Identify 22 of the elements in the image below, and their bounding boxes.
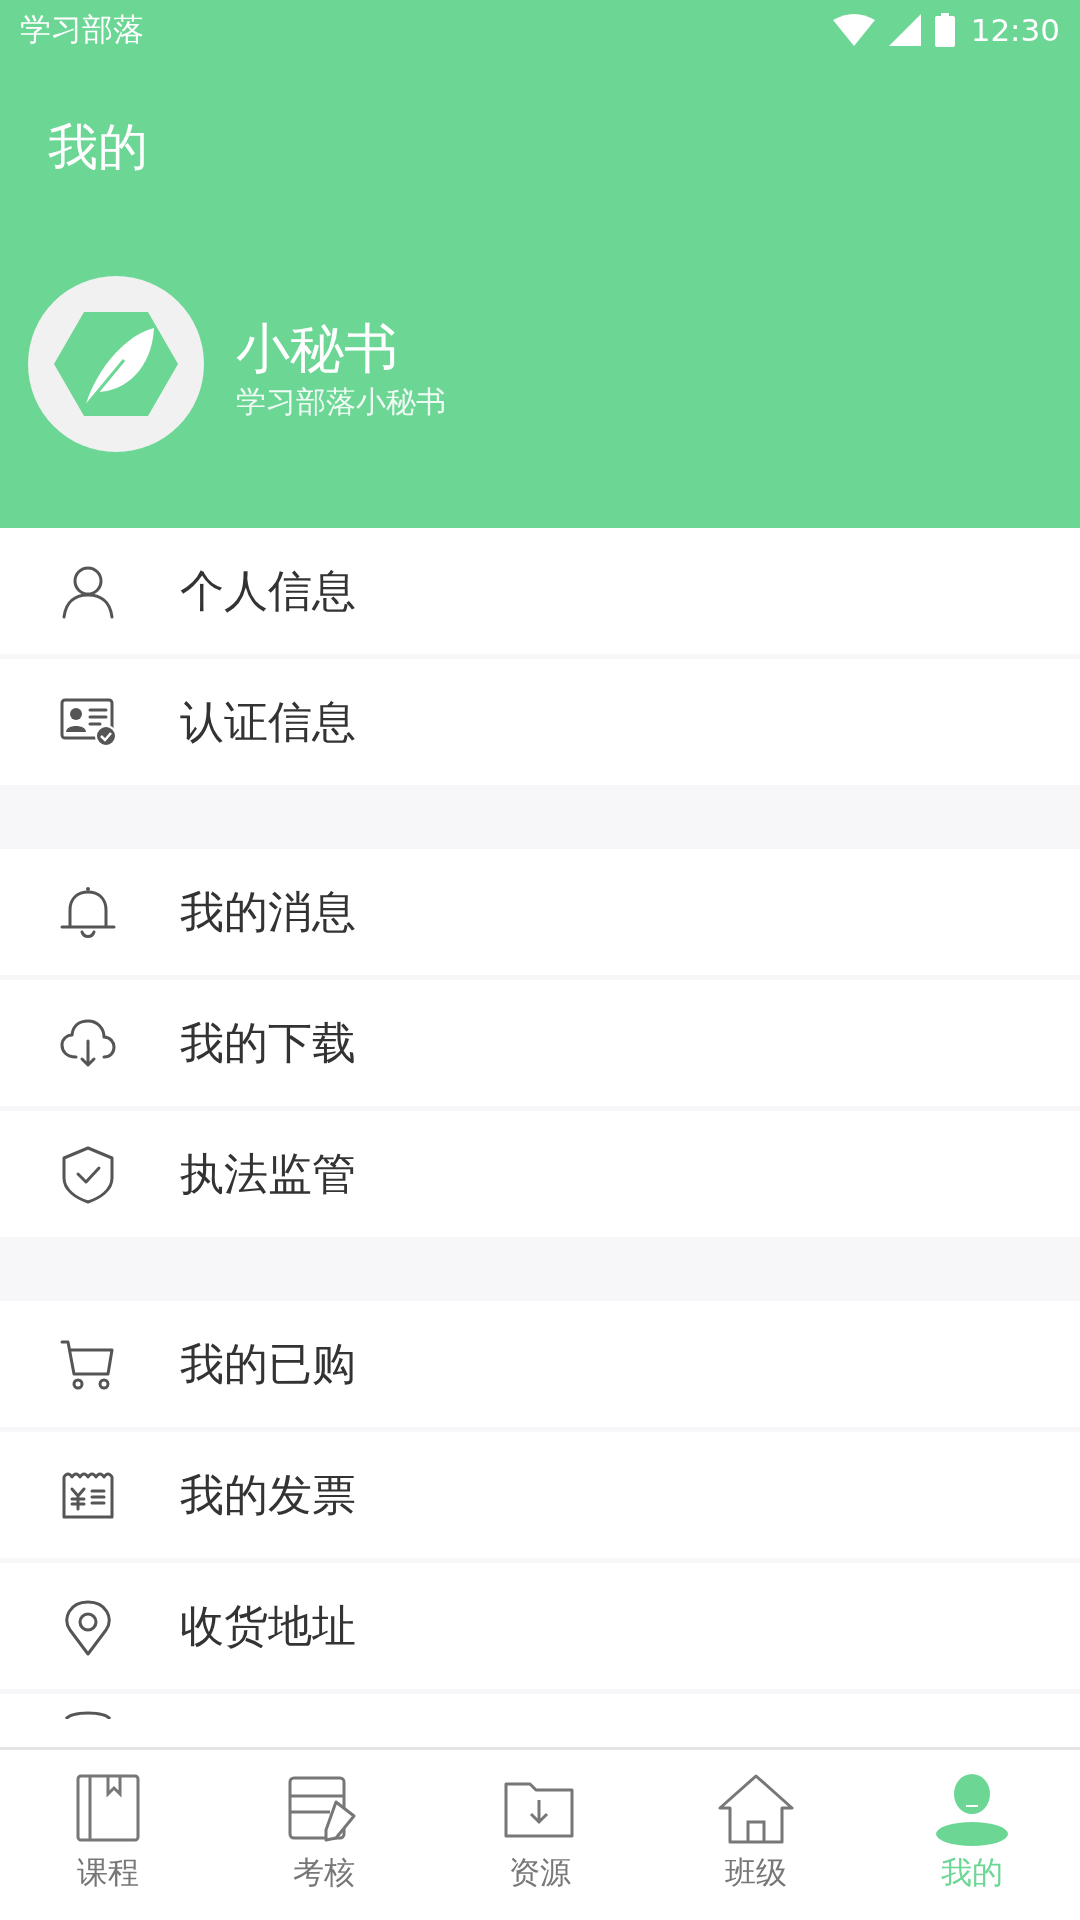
avatar-logo-icon[interactable]: [28, 276, 204, 452]
menu-item[interactable]: 我的下载: [0, 980, 1080, 1106]
clock: 12:30: [970, 12, 1060, 48]
menu-item[interactable]: 认证信息: [0, 659, 1080, 785]
menu-item[interactable]: 执法监管: [0, 1111, 1080, 1237]
menu-item[interactable]: 个人信息: [0, 528, 1080, 654]
tab[interactable]: 班级: [648, 1750, 864, 1920]
user-name: 小秘书: [236, 316, 398, 382]
menu-item[interactable]: 收货地址: [0, 1563, 1080, 1689]
menu-item[interactable]: 我的消息: [0, 849, 1080, 975]
page-title: 我的: [48, 117, 148, 178]
menu-item[interactable]: 我的发票: [0, 1432, 1080, 1558]
house-icon: [716, 1772, 796, 1846]
wifi-icon: [832, 14, 875, 46]
tab[interactable]: 资源: [432, 1750, 648, 1920]
menu-item[interactable]: 我的已购: [0, 1301, 1080, 1427]
tab[interactable]: 考核: [216, 1750, 432, 1920]
tab[interactable]: 课程: [0, 1750, 216, 1920]
app-name: 学习部落: [20, 10, 145, 49]
signal-icon: [888, 14, 921, 46]
battery-icon: [934, 13, 955, 47]
user-subtitle: 学习部落小秘书: [236, 384, 446, 419]
